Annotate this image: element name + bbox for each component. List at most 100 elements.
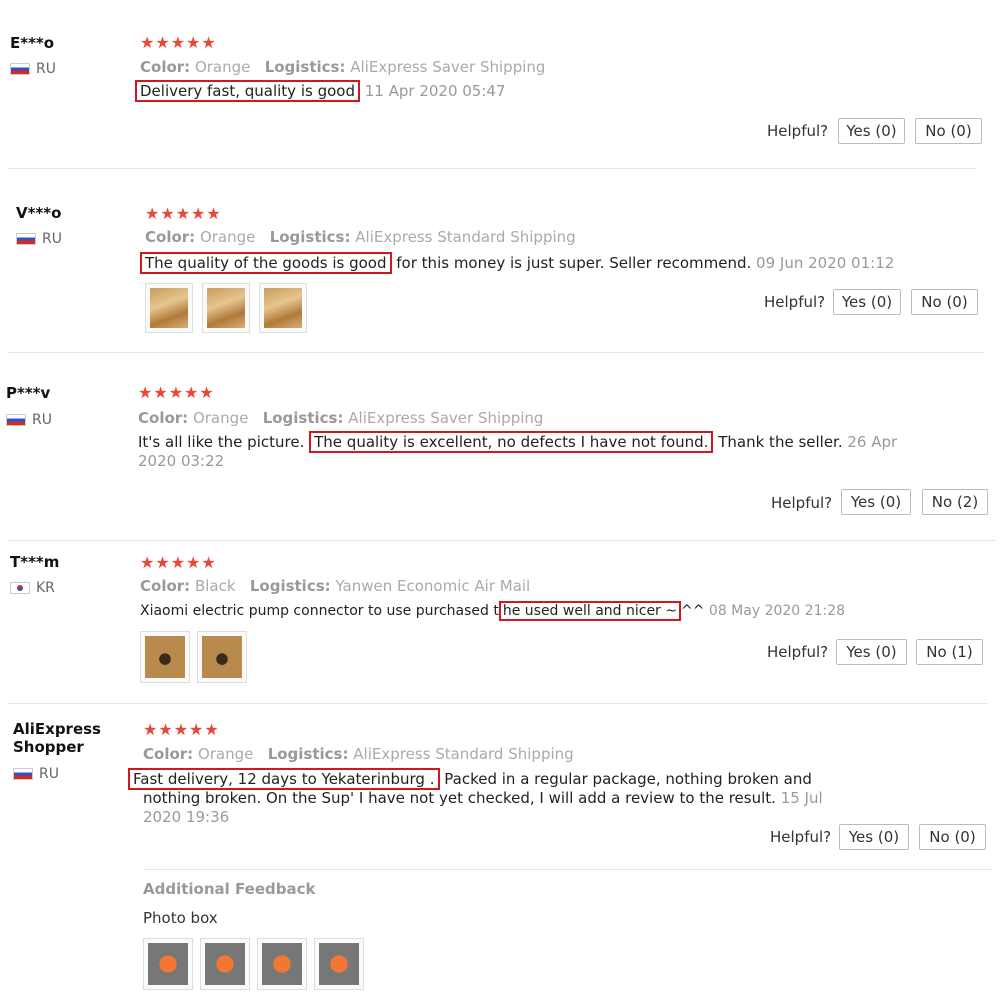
logistics-label: Logistics: (262, 409, 344, 427)
helpful-label: Helpful? (764, 293, 826, 311)
photo-image (205, 943, 245, 985)
photo-image (264, 288, 302, 328)
helpful-no-button[interactable]: No (1) (916, 639, 983, 665)
logistics-label: Logistics: (264, 58, 346, 76)
helpful-yes-button[interactable]: Yes (0) (841, 489, 911, 515)
helpful-no-button[interactable]: No (2) (922, 489, 988, 515)
highlighted-text: Delivery fast, quality is good (135, 80, 360, 102)
star-rating: ★★★★★ (143, 720, 220, 739)
review-photo-thumbnail[interactable] (140, 631, 190, 683)
helpful-no-button[interactable]: No (0) (915, 118, 982, 144)
color-label: Color: (140, 58, 191, 76)
review-photo-thumbnail[interactable] (257, 938, 307, 990)
divider (8, 168, 976, 169)
review-photo-thumbnail[interactable] (197, 631, 247, 683)
review-body: ^^ (681, 603, 705, 619)
reviewer-country: RU (16, 231, 62, 247)
country-code: RU (32, 412, 52, 428)
logistics-label: Logistics: (267, 745, 349, 763)
review-body: for this money is just super. Seller rec… (396, 254, 752, 272)
reviewer-name: E***o (10, 34, 55, 52)
review-photo-thumbnail[interactable] (314, 938, 364, 990)
reviewer-name: V***o (16, 204, 62, 222)
color-label: Color: (138, 409, 189, 427)
color-value: Orange (199, 228, 256, 246)
order-info: Color: Orange Logistics: AliExpress Stan… (143, 745, 574, 763)
country-code: KR (36, 580, 55, 596)
additional-feedback-title: Additional Feedback (143, 880, 316, 898)
logistics-value: AliExpress Saver Shipping (348, 409, 544, 427)
review-photo-thumbnail[interactable] (202, 283, 250, 333)
divider (8, 540, 996, 541)
order-info: Color: Orange Logistics: AliExpress Stan… (145, 228, 576, 246)
order-info: Color: Orange Logistics: AliExpress Save… (138, 409, 543, 427)
review-text: Xiaomi electric pump connector to use pu… (140, 601, 980, 621)
reviewer-country: KR (10, 580, 55, 596)
reviewer-country: RU (13, 766, 59, 782)
color-value: Black (194, 577, 236, 595)
country-code: RU (39, 766, 59, 782)
review-photo-thumbnail[interactable] (143, 938, 193, 990)
logistics-label: Logistics: (269, 228, 351, 246)
helpful-yes-button[interactable]: Yes (0) (838, 118, 905, 144)
logistics-value: AliExpress Standard Shipping (353, 745, 574, 763)
photo-box-label: Photo box (143, 909, 218, 927)
review-text: Fast delivery, 12 days to Yekaterinburg … (128, 768, 863, 827)
color-value: Orange (192, 409, 249, 427)
helpful-yes-button[interactable]: Yes (0) (833, 289, 901, 315)
highlighted-text: Fast delivery, 12 days to Yekaterinburg … (128, 768, 440, 790)
helpful-label: Helpful? (767, 122, 829, 140)
helpful-yes-button[interactable]: Yes (0) (836, 639, 907, 665)
photo-image (207, 288, 245, 328)
flag-ru-icon (16, 233, 36, 245)
photo-image (202, 636, 242, 678)
review-body-before: Xiaomi electric pump connector to use pu… (140, 603, 499, 619)
photo-image (145, 636, 185, 678)
review-date: 11 Apr 2020 05:47 (364, 82, 506, 100)
reviewer-country: RU (10, 61, 56, 77)
photo-image (319, 943, 359, 985)
review-body-before: It's all like the picture. (138, 433, 305, 451)
star-rating: ★★★★★ (140, 553, 217, 572)
reviewer-name: AliExpress Shopper (13, 720, 101, 756)
country-code: RU (42, 231, 62, 247)
flag-ru-icon (13, 768, 33, 780)
divider (8, 703, 988, 704)
helpful-label: Helpful? (770, 828, 832, 846)
logistics-value: AliExpress Standard Shipping (355, 228, 576, 246)
review-photo-thumbnail[interactable] (200, 938, 250, 990)
helpful-label: Helpful? (767, 643, 829, 661)
star-rating: ★★★★★ (138, 383, 215, 402)
flag-ru-icon (10, 63, 30, 75)
divider (8, 352, 984, 353)
reviewer-name: T***m (10, 553, 60, 571)
flag-kr-icon (10, 582, 30, 594)
review-text: Delivery fast, quality is good 11 Apr 20… (135, 80, 960, 102)
order-info: Color: Black Logistics: Yanwen Economic … (140, 577, 530, 595)
flag-ru-icon (6, 414, 26, 426)
color-label: Color: (143, 745, 194, 763)
star-rating: ★★★★★ (140, 33, 217, 52)
photo-image (148, 943, 188, 985)
helpful-no-button[interactable]: No (0) (911, 289, 978, 315)
reviewer-name: P***v (6, 384, 51, 402)
helpful-label: Helpful? (771, 494, 833, 512)
photo-image (150, 288, 188, 328)
highlighted-text: he used well and nicer ~ (498, 601, 681, 621)
review-photo-thumbnail[interactable] (145, 283, 193, 333)
helpful-yes-button[interactable]: Yes (0) (839, 824, 909, 850)
review-date: 09 Jun 2020 01:12 (756, 254, 895, 272)
review-text: The quality of the goods is good for thi… (140, 252, 965, 274)
review-text: It's all like the picture. The quality i… (138, 431, 898, 471)
color-label: Color: (140, 577, 191, 595)
review-date: 08 May 2020 21:28 (708, 603, 846, 619)
highlighted-text: The quality of the goods is good (140, 252, 392, 274)
review-body: Thank the seller. (718, 433, 843, 451)
logistics-value: AliExpress Saver Shipping (350, 58, 546, 76)
color-value: Orange (194, 58, 251, 76)
logistics-label: Logistics: (249, 577, 331, 595)
country-code: RU (36, 61, 56, 77)
highlighted-text: The quality is excellent, no defects I h… (309, 431, 714, 453)
helpful-no-button[interactable]: No (0) (919, 824, 986, 850)
review-photo-thumbnail[interactable] (259, 283, 307, 333)
